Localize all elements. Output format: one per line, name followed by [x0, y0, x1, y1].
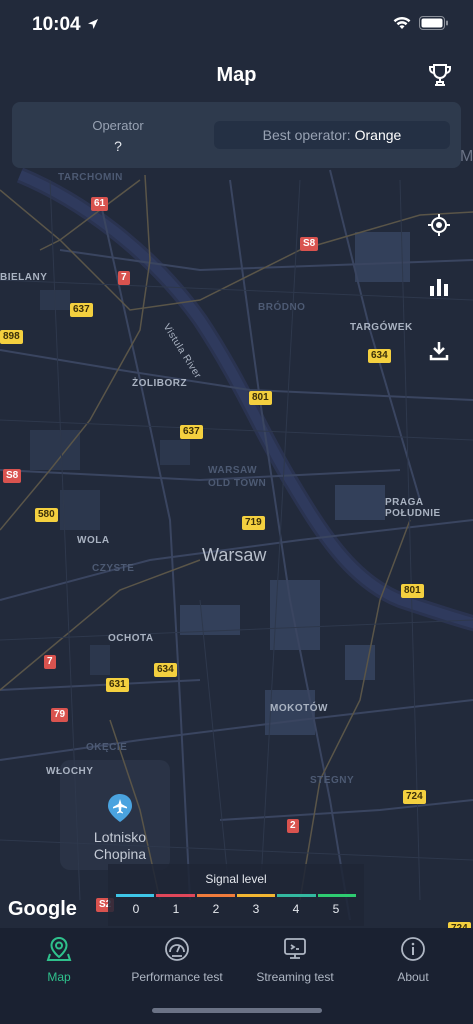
city-label: Warsaw [202, 545, 267, 565]
operator-label: Operator [92, 118, 144, 133]
road-badge: 79 [51, 708, 69, 722]
battery-icon [419, 16, 448, 30]
signal-level-2-swatch [196, 894, 235, 897]
operator-card: Operator ? Best operator: Orange [12, 102, 461, 168]
header: Map [0, 50, 473, 102]
district-label: TARGÓWEK [350, 322, 413, 333]
page-title: Map [216, 64, 257, 86]
my-location-button[interactable] [417, 203, 461, 247]
district-label: OCHOTA [108, 633, 154, 644]
signal-level-label: 1 [172, 902, 180, 916]
best-operator-value: Orange [354, 127, 402, 143]
district-label: BRÓDNO [258, 302, 306, 313]
road-badge: 801 [401, 584, 424, 598]
road-badge: 724 [403, 790, 426, 804]
best-operator-label: Best operator: [262, 127, 351, 143]
signal-level-4-swatch [277, 894, 316, 897]
district-label: OKĘCIE [86, 742, 128, 753]
signal-level-3-swatch [236, 894, 276, 897]
signal-level-label: 5 [332, 902, 340, 916]
signal-level-label: 3 [252, 902, 260, 916]
road-badge: 637 [70, 303, 93, 317]
road-badge: 634 [154, 663, 177, 677]
district-label: MOKOTÓW [270, 703, 328, 714]
tab-label: Performance test [131, 970, 223, 984]
signal-level-legend: Signal level 0 1 2 3 4 5 [108, 864, 364, 926]
road-badge: S8 [3, 469, 22, 483]
airplane-icon [108, 794, 132, 822]
road-badge: 580 [35, 508, 58, 522]
district-label: WŁOCHY [46, 766, 94, 777]
road-badge: 634 [368, 349, 391, 363]
district-label: STEGNY [310, 775, 355, 786]
edge-label: M [460, 148, 473, 165]
tab-label: Streaming test [256, 970, 334, 984]
road-badge: 898 [0, 330, 23, 344]
signal-level-0-swatch [116, 894, 155, 897]
district-label: BIELANY [0, 272, 48, 283]
crosshair-icon [428, 214, 450, 236]
tab-about[interactable]: About [354, 936, 472, 996]
location-arrow-icon [88, 19, 98, 29]
status-bar: 10:04 [0, 0, 473, 50]
district-label: WARSAW OLD TOWN [208, 465, 267, 489]
status-time: 10:04 [32, 14, 81, 35]
tab-performance-test[interactable]: Performance test [118, 936, 236, 996]
road-badge: S8 [300, 237, 319, 251]
tab-label: Map [47, 970, 71, 984]
road-badge: 2 [287, 819, 299, 833]
road-badge: 719 [242, 516, 265, 530]
signal-level-1-swatch [156, 894, 195, 897]
district-label: PRAGA POŁUDNIE [385, 497, 441, 519]
wifi-icon [393, 16, 411, 29]
road-badge: 7 [118, 271, 130, 285]
bar-chart-icon [430, 279, 448, 296]
download-icon [429, 342, 449, 361]
best-operator-box[interactable]: Best operator: Orange [214, 121, 450, 149]
district-label: TARCHOMIN [58, 172, 123, 183]
signal-level-title: Signal level [205, 872, 267, 886]
streaming-icon [284, 938, 306, 959]
signal-level-label: 2 [212, 902, 220, 916]
tab-label: About [397, 970, 429, 984]
road-badge: 637 [180, 425, 203, 439]
google-logo: Google [8, 898, 77, 920]
district-label: CZYSTE [92, 563, 135, 574]
road-badge: 61 [91, 197, 109, 211]
road-badge: 631 [106, 678, 129, 692]
road-badge: 801 [249, 391, 272, 405]
tab-streaming-test[interactable]: Streaming test [236, 936, 354, 996]
airport-label: Lotnisko Chopina [93, 829, 147, 862]
trophy-icon[interactable] [427, 62, 453, 88]
road-badge: 7 [44, 655, 56, 669]
signal-level-label: 0 [132, 902, 140, 916]
tab-map[interactable]: Map [0, 936, 118, 996]
district-label: ŻOLIBORZ [132, 378, 188, 389]
home-indicator[interactable] [152, 1008, 322, 1013]
info-icon [401, 937, 425, 961]
operator-value: ? [114, 138, 122, 154]
speedometer-icon [165, 937, 189, 961]
district-label: WOLA [77, 535, 110, 546]
signal-color-bar [116, 894, 356, 897]
map-pin-icon [46, 936, 72, 961]
signal-level-5-swatch [317, 894, 356, 897]
signal-level-label: 4 [292, 902, 300, 916]
download-button[interactable] [417, 329, 461, 373]
statistics-button[interactable] [417, 265, 461, 309]
